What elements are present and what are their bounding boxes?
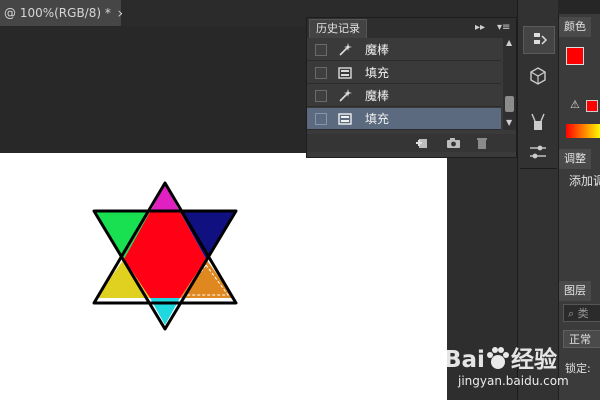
scrollbar-thumb[interactable]	[505, 96, 514, 112]
history-item-label: 填充	[365, 66, 390, 80]
watermark-brand-bai: Bai	[444, 347, 485, 373]
history-panel-header: 历史记录 ▸▸ ▾≡	[307, 18, 516, 38]
tab-history[interactable]: 历史记录	[309, 19, 367, 38]
layer-search-placeholder: 类	[577, 307, 589, 320]
scroll-up-icon[interactable]: ▲	[506, 38, 512, 47]
magic-wand-icon	[339, 89, 352, 102]
warning-icon: ⚠	[570, 98, 580, 111]
watermark-brand: Bai 经验	[444, 340, 557, 374]
history-item[interactable]: 魔棒	[307, 85, 501, 107]
fill-layer-icon	[338, 67, 352, 79]
trash-icon[interactable]	[475, 136, 489, 150]
new-document-from-state-icon[interactable]	[415, 136, 429, 150]
brush-presets-icon[interactable]	[528, 112, 548, 132]
star-artwork	[92, 181, 238, 331]
document-tab-title: @ 100%(RGB/8) *	[4, 6, 111, 20]
history-item-label: 魔棒	[365, 43, 390, 57]
history-panel-button[interactable]	[523, 26, 555, 54]
magic-wand-icon	[339, 43, 352, 56]
foreground-color-swatch[interactable]	[566, 47, 584, 65]
history-item[interactable]: 魔棒	[307, 39, 501, 61]
history-snapshot-checkbox[interactable]	[315, 113, 327, 125]
history-panel: 历史记录 ▸▸ ▾≡ 魔棒 填充 魔棒 填充 ▲ ▼	[306, 17, 517, 158]
panel-menu-icon[interactable]: ▾≡	[497, 21, 510, 35]
history-brush-icon	[534, 33, 548, 45]
color-ramp[interactable]	[566, 124, 600, 138]
document-tab[interactable]: @ 100%(RGB/8) *×	[0, 0, 126, 26]
history-item-selected[interactable]: 填充	[307, 108, 501, 130]
canvas[interactable]	[0, 153, 447, 400]
paw-logo-icon	[486, 347, 509, 369]
history-snapshot-checkbox[interactable]	[315, 90, 327, 102]
watermark-url: jingyan.baidu.com	[458, 374, 569, 388]
fill-layer-icon	[338, 113, 352, 125]
adjustments-hint: 添加调	[569, 174, 600, 188]
history-scrollbar[interactable]: ▲ ▼	[503, 38, 516, 130]
tab-layers[interactable]: 图层	[559, 281, 591, 301]
history-item-label: 魔棒	[365, 89, 390, 103]
history-item-label: 填充	[365, 112, 390, 126]
history-snapshot-checkbox[interactable]	[315, 67, 327, 79]
history-panel-footer	[307, 134, 516, 152]
3d-cube-icon[interactable]	[528, 66, 548, 86]
scroll-down-icon[interactable]: ▼	[506, 118, 512, 127]
layer-search-input[interactable]: ⌕ 类	[563, 304, 600, 322]
baidu-watermark: Bai 经验 jingyan.baidu.com	[438, 332, 598, 394]
watermark-brand-suffix: 经验	[510, 347, 557, 373]
history-snapshot-checkbox[interactable]	[315, 44, 327, 56]
dock-divider	[520, 168, 557, 169]
camera-snapshot-icon[interactable]	[446, 136, 461, 150]
tab-color[interactable]: 颜色	[559, 17, 591, 37]
tab-adjustments[interactable]: 调整	[559, 149, 591, 169]
panel-expand-icon[interactable]: ▸▸	[475, 21, 485, 35]
gamut-color-swatch	[586, 100, 598, 112]
history-item[interactable]: 填充	[307, 62, 501, 84]
tool-presets-icon[interactable]	[528, 142, 548, 162]
